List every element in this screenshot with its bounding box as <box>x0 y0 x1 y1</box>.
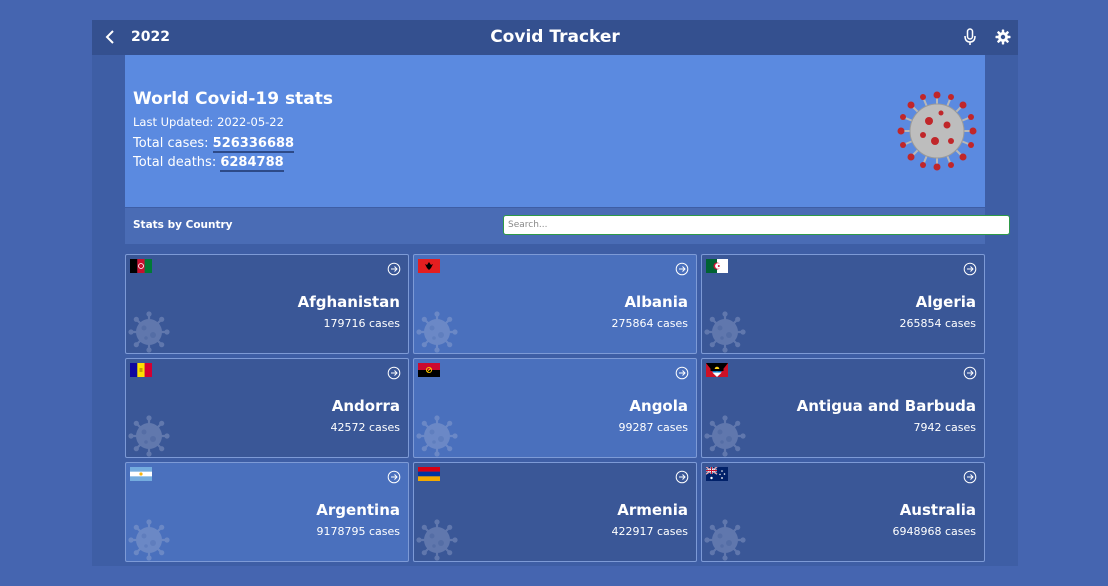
country-card-antigua[interactable]: Antigua and Barbuda 7942 cases <box>701 358 985 458</box>
argentina-flag-icon <box>130 467 152 481</box>
angola-flag-icon <box>418 363 440 377</box>
country-name: Australia <box>899 501 976 519</box>
country-card-afghanistan[interactable]: Afghanistan 179716 cases <box>125 254 409 354</box>
world-stats-heading: World Covid-19 stats <box>133 89 333 109</box>
country-card-algeria[interactable]: Algeria 265854 cases <box>701 254 985 354</box>
app-window: 2022 Covid Tracker World Covid-19 stats … <box>92 20 1018 566</box>
total-cases-label: Total cases: <box>133 136 209 151</box>
country-card-armenia[interactable]: Armenia 422917 cases <box>413 462 697 562</box>
country-name: Argentina <box>316 501 400 519</box>
virus-watermark-icon <box>128 311 170 353</box>
arrow-circle-right-icon[interactable] <box>387 262 401 276</box>
total-deaths-value: 6284788 <box>220 155 284 172</box>
virus-watermark-icon <box>416 311 458 353</box>
last-updated-text: Last Updated: 2022-05-22 <box>133 115 284 129</box>
australia-flag-icon <box>706 467 728 481</box>
country-cases: 9178795 cases <box>316 525 400 538</box>
country-cases: 7942 cases <box>913 421 976 434</box>
albania-flag-icon <box>418 259 440 273</box>
country-name: Antigua and Barbuda <box>796 397 976 415</box>
virus-watermark-icon <box>704 311 746 353</box>
stats-by-country-bar: Stats by Country <box>125 208 1010 244</box>
country-card-andorra[interactable]: Andorra 42572 cases <box>125 358 409 458</box>
country-card-albania[interactable]: Albania 275864 cases <box>413 254 697 354</box>
virus-watermark-icon <box>416 415 458 457</box>
virus-watermark-icon <box>704 519 746 561</box>
algeria-flag-icon <box>706 259 728 273</box>
year-label: 2022 <box>131 29 170 45</box>
arrow-circle-right-icon[interactable] <box>675 262 689 276</box>
country-cases: 99287 cases <box>618 421 688 434</box>
total-deaths-line: Total deaths: 6284788 <box>133 155 284 172</box>
armenia-flag-icon <box>418 467 440 481</box>
arrow-circle-right-icon[interactable] <box>963 470 977 484</box>
country-cases: 6948968 cases <box>892 525 976 538</box>
app-title: Covid Tracker <box>490 27 620 47</box>
country-name: Afghanistan <box>297 293 400 311</box>
chevron-left-icon[interactable] <box>100 26 120 48</box>
country-cases: 422917 cases <box>611 525 688 538</box>
search-input[interactable] <box>503 215 1010 235</box>
andorra-flag-icon <box>130 363 152 377</box>
country-cases: 179716 cases <box>323 317 400 330</box>
microphone-icon[interactable] <box>960 26 980 48</box>
total-deaths-label: Total deaths: <box>133 155 217 170</box>
country-name: Angola <box>629 397 688 415</box>
country-name: Armenia <box>617 501 688 519</box>
arrow-circle-right-icon[interactable] <box>963 262 977 276</box>
world-stats-panel: World Covid-19 stats Last Updated: 2022-… <box>125 55 985 207</box>
antigua-flag-icon <box>706 363 728 377</box>
virus-watermark-icon <box>128 519 170 561</box>
stats-by-country-label: Stats by Country <box>133 219 233 231</box>
coronavirus-icon <box>897 91 977 171</box>
total-cases-value: 526336688 <box>212 136 295 153</box>
country-cases: 265854 cases <box>899 317 976 330</box>
country-card-australia[interactable]: Australia 6948968 cases <box>701 462 985 562</box>
virus-watermark-icon <box>128 415 170 457</box>
country-cases: 275864 cases <box>611 317 688 330</box>
total-cases-line: Total cases: 526336688 <box>133 136 295 153</box>
virus-watermark-icon <box>416 519 458 561</box>
arrow-circle-right-icon[interactable] <box>387 366 401 380</box>
top-bar: 2022 Covid Tracker <box>92 20 1018 55</box>
country-name: Andorra <box>331 397 400 415</box>
gear-icon[interactable] <box>992 26 1014 48</box>
virus-watermark-icon <box>704 415 746 457</box>
afghanistan-flag-icon <box>130 259 152 273</box>
arrow-circle-right-icon[interactable] <box>675 366 689 380</box>
country-name: Algeria <box>915 293 976 311</box>
country-name: Albania <box>624 293 688 311</box>
country-card-argentina[interactable]: Argentina 9178795 cases <box>125 462 409 562</box>
arrow-circle-right-icon[interactable] <box>675 470 689 484</box>
country-card-angola[interactable]: Angola 99287 cases <box>413 358 697 458</box>
arrow-circle-right-icon[interactable] <box>387 470 401 484</box>
country-cases: 42572 cases <box>330 421 400 434</box>
arrow-circle-right-icon[interactable] <box>963 366 977 380</box>
